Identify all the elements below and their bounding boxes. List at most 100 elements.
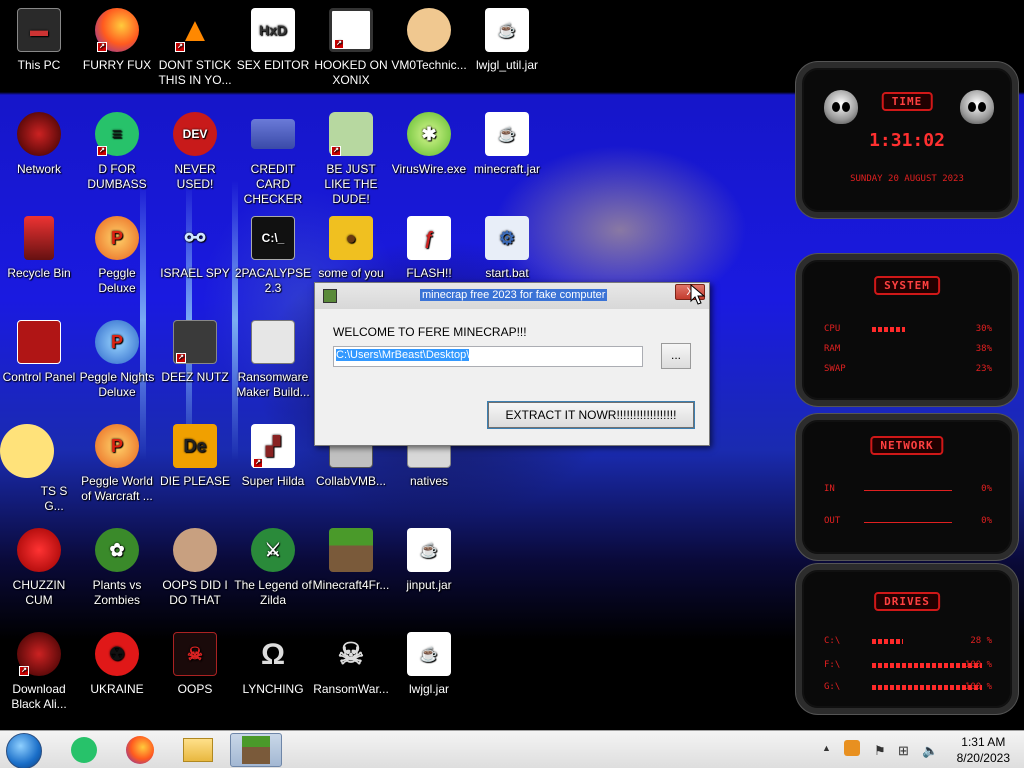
desktop-icon-oops[interactable]: ☠ OOPS: [156, 632, 234, 697]
desktop-icon-hooked-on-xonix[interactable]: ↗ HOOKED ON XONIX: [312, 8, 390, 88]
desktop-icon-viruswire[interactable]: ✱ VirusWire.exe: [390, 112, 468, 177]
desktop-icon-peggle-nights[interactable]: P Peggle Nights Deluxe: [78, 320, 156, 400]
icon-label: Network: [16, 162, 61, 176]
flag-icon[interactable]: ⚑: [874, 743, 886, 759]
desktop-icon-flash[interactable]: ƒ FLASH!!: [390, 216, 468, 281]
clock-date: 8/20/2023: [956, 751, 1010, 765]
taskbar-file-explorer[interactable]: [172, 733, 224, 767]
extract-button[interactable]: EXTRACT IT NOWR!!!!!!!!!!!!!!!!!!: [487, 401, 695, 429]
desktop-icon-deez-nutz[interactable]: ↗ DEEZ NUTZ: [156, 320, 234, 385]
java-icon: ☕: [407, 528, 451, 572]
desktop-icon-credit-card-checker[interactable]: CREDIT CARD CHECKER: [234, 112, 312, 207]
icon-label: BE JUST LIKE THE DUDE!: [324, 162, 378, 206]
desktop-icon-dont-stick[interactable]: ▲ ↗ DONT STICK THIS IN YO...: [156, 8, 234, 88]
icon-label: VirusWire.exe: [391, 162, 467, 176]
icon-label: Plants vs Zombies: [92, 578, 142, 607]
network-gadget: NETWORK IN 0% OUT 0%: [796, 414, 1018, 560]
desktop-icon-lwjgl-jar[interactable]: ☕ lwjgl.jar: [390, 632, 468, 697]
desktop-icon-chuzzin-cum[interactable]: CHUZZIN CUM: [0, 528, 78, 608]
desktop-icon-israel-spy[interactable]: ⚯ ISRAEL SPY: [156, 216, 234, 281]
taskbar-firefox[interactable]: [114, 733, 166, 767]
row-key: SWAP: [824, 364, 846, 374]
desktop-icon-control-panel[interactable]: Control Panel: [0, 320, 78, 385]
dialog-titlebar[interactable]: minecrap free 2023 for fake computer X: [315, 283, 709, 309]
icon-label: LYNCHING: [242, 682, 304, 696]
desktop-icon-ransomwar[interactable]: ☠ RansomWar...: [312, 632, 390, 697]
gear-icon: ⚙: [485, 216, 529, 260]
path-value: C:\Users\MrBeast\Desktop\: [336, 349, 470, 361]
desktop-icon-minecraft4fr[interactable]: Minecraft4Fr...: [312, 528, 390, 593]
desktop-icon-be-just-like-dude[interactable]: ↗ BE JUST LIKE THE DUDE!: [312, 112, 390, 207]
taskbar-minecraft-installer[interactable]: [230, 733, 282, 767]
grass-block-icon: [329, 528, 373, 572]
desktop-icon-jinput-jar[interactable]: ☕ jinput.jar: [390, 528, 468, 593]
desktop-icon-furry-fux[interactable]: ↗ FURRY FUX: [78, 8, 156, 73]
link-sprite-icon: ⚔: [251, 528, 295, 572]
desktop-icon-ts-sg[interactable]: TS S G...: [0, 424, 78, 514]
row-value: 23%: [975, 364, 992, 374]
row-key: CPU: [824, 324, 841, 334]
desktop-icon-lwjgl-util-jar[interactable]: ☕ lwjgl_util.jar: [468, 8, 546, 73]
row-value: 0%: [981, 516, 992, 526]
devcpp-icon: DEV: [173, 112, 217, 156]
desktop-icon-ukraine[interactable]: ☢ UKRAINE: [78, 632, 156, 697]
desktop-icon-peggle-wow[interactable]: P Peggle World of Warcraft ...: [78, 424, 156, 504]
alien-head-icon: [824, 90, 858, 124]
network-tray-icon[interactable]: ⊞: [898, 743, 909, 759]
icon-label: 2PACALYPSE 2.3: [234, 266, 312, 295]
desktop-icon-never-used[interactable]: DEV NEVER USED!: [156, 112, 234, 192]
desktop-icon-download-black-ali[interactable]: ↗ Download Black Ali...: [0, 632, 78, 712]
desktop-icon-minecraft-jar[interactable]: ☕ minecraft.jar: [468, 112, 546, 177]
desktop-icon-legend-of-zilda[interactable]: ⚔ The Legend of Zilda: [234, 528, 312, 608]
icon-label: jinput.jar: [406, 578, 452, 592]
icon-label: lwjgl.jar: [408, 682, 449, 696]
desktop-icon-d-for-dumbass[interactable]: ≡ ↗ D FOR DUMBASS: [78, 112, 156, 192]
start-button[interactable]: [6, 733, 42, 768]
icon-label: minecraft.jar: [473, 162, 541, 176]
drive-row-f: F:\ 100 %: [824, 660, 992, 672]
row-value: 100 %: [964, 660, 992, 670]
desktop-icon-2pacalypse[interactable]: C:\_ 2PACALYPSE 2.3: [234, 216, 312, 296]
icon-label: lwjgl_util.jar: [475, 58, 539, 72]
tray-app-icon[interactable]: [844, 740, 860, 756]
level-bar: [872, 327, 905, 332]
vlc-cone-icon: ▲ ↗: [173, 8, 217, 52]
limewire-icon: ✱: [407, 112, 451, 156]
icon-label: FURRY FUX: [82, 58, 152, 72]
row-value: 30%: [975, 324, 992, 334]
taskbar-chat-app[interactable]: [58, 733, 110, 767]
desktop-icon-start-bat[interactable]: ⚙ start.bat: [468, 216, 546, 281]
icon-label: DONT STICK THIS IN YO...: [158, 58, 232, 87]
volume-icon[interactable]: 🔈: [922, 743, 938, 759]
peggle-nights-icon: P: [95, 320, 139, 364]
desktop-icon-vm0technic[interactable]: VM0Technic...: [390, 8, 468, 73]
browse-button[interactable]: ...: [661, 343, 691, 369]
network-row-in: IN 0%: [824, 484, 992, 496]
desktop-icon-this-pc[interactable]: ▬ This PC: [0, 8, 78, 73]
computer-icon: ▬: [17, 8, 61, 52]
path-input[interactable]: C:\Users\MrBeast\Desktop\: [333, 346, 643, 367]
taskbar-clock[interactable]: 1:31 AM 8/20/2023: [957, 734, 1010, 766]
desktop-icon-pvz[interactable]: ✿ Plants vs Zombies: [78, 528, 156, 608]
desktop-icon-lynching[interactable]: Ω LYNCHING: [234, 632, 312, 697]
desktop-icon-die-please[interactable]: De DIE PLEASE: [156, 424, 234, 489]
system-row-swap: SWAP 23%: [824, 364, 992, 376]
out-graph-line: [864, 522, 952, 523]
gadget-title: NETWORK: [870, 436, 944, 455]
desktop-icon-recycle-bin[interactable]: Recycle Bin: [0, 216, 78, 281]
peggle-wow-icon: P: [95, 424, 139, 468]
icon-label: FLASH!!: [406, 266, 452, 280]
desktop-icon-network[interactable]: Network: [0, 112, 78, 177]
desktop-icon-super-hilda[interactable]: ▞ ↗ Super Hilda: [234, 424, 312, 489]
show-hidden-icons-icon[interactable]: ▲: [822, 743, 831, 753]
doctor-icon: [407, 8, 451, 52]
java-icon: ☕: [485, 8, 529, 52]
row-key: C:\: [824, 636, 841, 646]
system-row-ram: RAM 38%: [824, 344, 992, 356]
row-key: G:\: [824, 682, 841, 692]
row-key: RAM: [824, 344, 841, 354]
desktop-icon-ransomware-maker[interactable]: Ransomware Maker Build...: [234, 320, 312, 400]
desktop-icon-oops-did-i[interactable]: OOPS DID I DO THAT: [156, 528, 234, 608]
desktop-icon-peggle-deluxe[interactable]: P Peggle Deluxe: [78, 216, 156, 296]
desktop-icon-sex-editor[interactable]: HxD SEX EDITOR: [234, 8, 312, 73]
